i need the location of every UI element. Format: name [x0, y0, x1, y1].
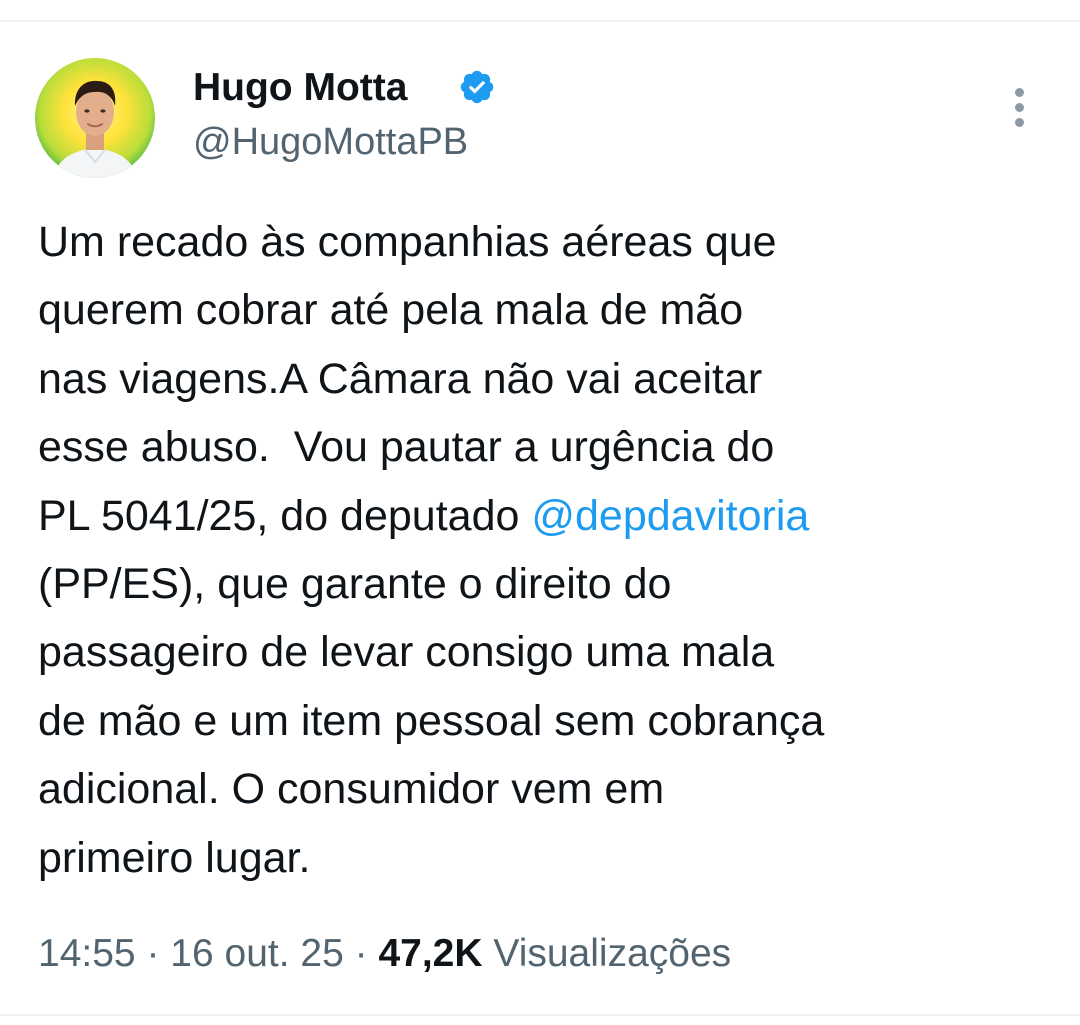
meta-separator: · [146, 932, 160, 975]
tweet-line: primeiro lugar. [38, 833, 311, 882]
verified-badge-icon [460, 70, 494, 104]
ellipsis-dot [1015, 103, 1024, 112]
tweet-time[interactable]: 14:55 [38, 932, 136, 975]
tweet-detail-page: Hugo Motta @HugoMottaPB Um recado às com… [0, 0, 1080, 1025]
avatar-portrait [53, 80, 137, 178]
tweet-line: esse abuso. Vou pautar a urgência do [38, 423, 775, 472]
tweet-line-segment: PL 5041/25, do deputado [38, 491, 532, 540]
ellipsis-dot [1015, 88, 1024, 97]
meta-separator: · [354, 932, 368, 975]
ellipsis-dot [1015, 118, 1024, 127]
tweet-line: Um recado às companhias aéreas que [38, 218, 777, 266]
mention-link[interactable]: @depdavitoria [531, 492, 809, 540]
tweet-line: querem cobrar até pela mala de mão [38, 286, 744, 335]
tweet-date[interactable]: 16 out. 25 [170, 932, 343, 975]
views-label: Visualizações [493, 932, 732, 975]
tweet-line-with-mention: PL 5041/25, do deputado @depdavitoria [38, 482, 1068, 550]
tweet-meta: 14:55 · 16 out. 25 · 47,2K Visualizações [38, 926, 731, 982]
author-handle[interactable]: @HugoMottaPB [193, 117, 468, 167]
tweet-line: de mão e um item pessoal sem cobrança [38, 696, 825, 745]
views-count: 47,2K [378, 932, 483, 975]
tweet-text: Um recado às companhias aéreas que quere… [38, 208, 1068, 892]
author-avatar[interactable] [35, 58, 155, 178]
tweet-line: (PP/ES), que garante o direito do [38, 560, 672, 609]
author-name[interactable]: Hugo Motta [193, 62, 407, 114]
more-options-button[interactable] [1000, 82, 1040, 134]
tweet-line: adicional. O consumidor vem em [38, 765, 665, 814]
tweet-line: nas viagens.A Câmara não vai aceitar [38, 354, 763, 403]
tweet-line: passageiro de levar consigo uma mala [38, 628, 775, 677]
bottom-divider [0, 1014, 1080, 1016]
top-divider [0, 20, 1080, 22]
